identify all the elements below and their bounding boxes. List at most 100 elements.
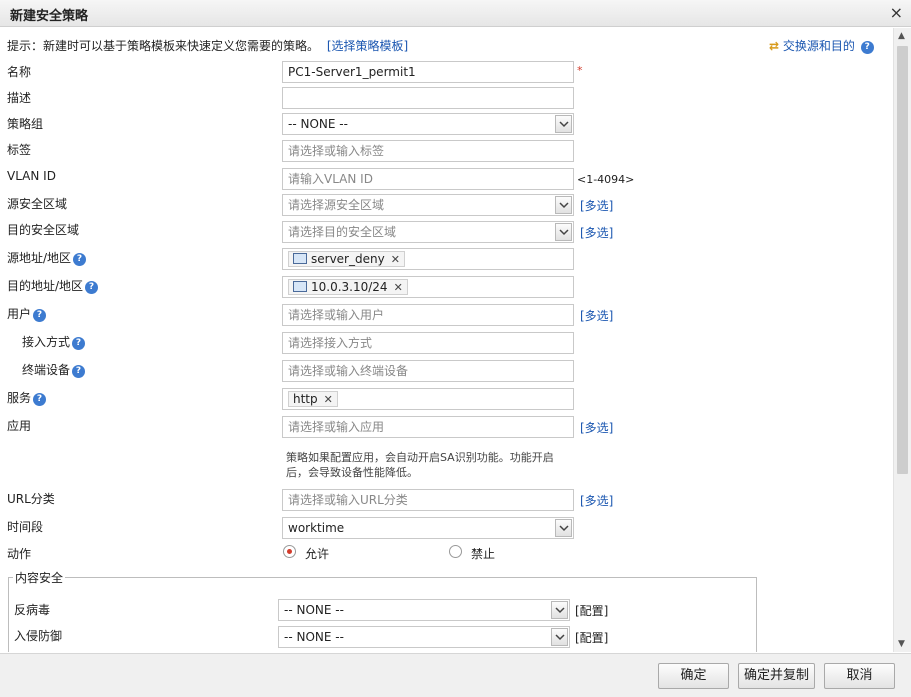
terminal-label: 终端设备? [22, 361, 86, 378]
cancel-button[interactable]: 取消 [824, 663, 895, 689]
app-input[interactable]: 请选择或输入应用 [282, 416, 574, 438]
dst-addr-tag: 10.0.3.10/24 ✕ [288, 279, 408, 295]
dst-zone-placeholder: 请选择目的安全区域 [288, 225, 397, 239]
help-icon[interactable]: ? [72, 337, 86, 350]
time-label: 时间段 [7, 520, 44, 534]
dialog-footer: 确定 确定并复制 取消 [0, 653, 911, 697]
ips-config-link[interactable]: [配置] [575, 629, 608, 646]
app-label: 应用 [7, 419, 32, 433]
remove-icon[interactable]: ✕ [391, 253, 400, 266]
help-icon[interactable]: ? [73, 253, 87, 266]
dst-addr-label: 目的地址/地区? [7, 277, 99, 294]
app-note-line2: 后，会导致设备性能降低。 [286, 466, 418, 479]
antivirus-config-link[interactable]: [配置] [575, 602, 608, 619]
dst-zone-label: 目的安全区域 [7, 223, 80, 237]
antivirus-label: 反病毒 [14, 603, 51, 617]
dst-addr-label-text: 目的地址/地区 [7, 279, 84, 293]
dst-zone-select[interactable]: 请选择目的安全区域 [282, 221, 574, 243]
terminal-input[interactable]: 请选择或输入终端设备 [282, 360, 574, 382]
url-input[interactable]: 请选择或输入URL分类 [282, 489, 574, 511]
hint-line: 提示：新建时可以基于策略模板来快速定义您需要的策略。 [选择策略模板] [7, 37, 408, 54]
vlan-input[interactable]: 请输入VLAN ID [282, 168, 574, 190]
tag-input[interactable]: 请选择或输入标签 [282, 140, 574, 162]
src-addr-tag-text: server_deny [311, 252, 385, 266]
scroll-up-icon[interactable]: ▲ [898, 31, 905, 41]
desc-input[interactable] [282, 87, 574, 109]
allow-radio[interactable] [283, 545, 296, 558]
scroll-down-icon[interactable]: ▼ [898, 639, 905, 649]
access-input[interactable]: 请选择接入方式 [282, 332, 574, 354]
help-icon[interactable]: ? [33, 393, 47, 406]
vertical-scrollbar[interactable]: ▲ ▼ [893, 28, 911, 652]
group-select[interactable]: -- NONE -- [282, 113, 574, 135]
chevron-down-icon[interactable] [555, 196, 572, 214]
src-addr-tag: server_deny ✕ [288, 251, 405, 267]
user-label: 用户? [7, 305, 47, 322]
dst-zone-multi-link[interactable]: [多选] [580, 224, 613, 241]
dialog-title: 新建安全策略 [10, 9, 89, 24]
help-icon[interactable]: ? [860, 41, 874, 54]
help-icon[interactable]: ? [33, 309, 47, 322]
app-multi-link[interactable]: [多选] [580, 419, 613, 436]
antivirus-select[interactable]: -- NONE -- [278, 599, 570, 621]
name-label: 名称 [7, 65, 32, 79]
desc-label: 描述 [7, 91, 32, 105]
src-addr-label: 源地址/地区? [7, 249, 87, 266]
chevron-down-icon[interactable] [551, 601, 568, 619]
close-icon[interactable]: × [890, 3, 903, 22]
remove-icon[interactable]: ✕ [394, 281, 403, 294]
time-value: worktime [288, 521, 345, 535]
name-input[interactable]: PC1-Server1_permit1 [282, 61, 574, 83]
swap-icon: ⇄ [769, 39, 780, 53]
allow-label: 允许 [305, 547, 330, 561]
chevron-down-icon[interactable] [555, 519, 572, 537]
remove-icon[interactable]: ✕ [324, 393, 333, 406]
template-link[interactable]: [选择策略模板] [327, 39, 408, 53]
help-icon[interactable]: ? [85, 281, 99, 294]
deny-label: 禁止 [471, 547, 496, 561]
content-security-legend: 内容安全 [13, 569, 66, 586]
vlan-label: VLAN ID [7, 169, 56, 183]
swap-source-dest[interactable]: ⇄ 交换源和目的 ? [769, 37, 874, 54]
tag-label: 标签 [7, 143, 32, 157]
dialog-titlebar: 新建安全策略 × [0, 0, 911, 27]
url-label: URL分类 [7, 492, 55, 506]
ok-copy-button[interactable]: 确定并复制 [738, 663, 815, 689]
ips-value: -- NONE -- [284, 630, 344, 644]
antivirus-value: -- NONE -- [284, 603, 344, 617]
src-zone-label: 源安全区域 [7, 197, 68, 211]
ok-button[interactable]: 确定 [658, 663, 729, 689]
url-multi-link[interactable]: [多选] [580, 492, 613, 509]
service-tag: http ✕ [288, 391, 338, 407]
service-tag-text: http [293, 392, 318, 406]
src-zone-multi-link[interactable]: [多选] [580, 197, 613, 214]
deny-radio[interactable] [449, 545, 462, 558]
dst-addr-input[interactable]: 10.0.3.10/24 ✕ [282, 276, 574, 298]
scrollbar-thumb[interactable] [897, 46, 908, 474]
help-icon[interactable]: ? [72, 365, 86, 378]
src-addr-input[interactable]: server_deny ✕ [282, 248, 574, 270]
terminal-label-text: 终端设备 [22, 363, 71, 377]
action-label: 动作 [7, 547, 32, 561]
src-zone-select[interactable]: 请选择源安全区域 [282, 194, 574, 216]
chevron-down-icon[interactable] [551, 628, 568, 646]
computer-icon [293, 253, 307, 264]
chevron-down-icon[interactable] [555, 223, 572, 241]
app-note-line1: 策略如果配置应用，会自动开启SA识别功能。功能开启 [286, 451, 554, 464]
group-label: 策略组 [7, 117, 44, 131]
group-value: -- NONE -- [288, 117, 348, 131]
service-input[interactable]: http ✕ [282, 388, 574, 410]
src-addr-label-text: 源地址/地区 [7, 251, 72, 265]
chevron-down-icon[interactable] [555, 115, 572, 133]
computer-icon [293, 281, 307, 292]
required-mark: * [577, 64, 583, 77]
dst-addr-tag-text: 10.0.3.10/24 [311, 280, 388, 294]
user-label-text: 用户 [7, 307, 32, 321]
swap-link[interactable]: 交换源和目的 [783, 39, 855, 53]
vlan-range: <1-4094> [577, 173, 635, 186]
ips-select[interactable]: -- NONE -- [278, 626, 570, 648]
form-content: 提示：新建时可以基于策略模板来快速定义您需要的策略。 [选择策略模板] ⇄ 交换… [0, 28, 893, 652]
user-multi-link[interactable]: [多选] [580, 307, 613, 324]
user-input[interactable]: 请选择或输入用户 [282, 304, 574, 326]
time-select[interactable]: worktime [282, 517, 574, 539]
